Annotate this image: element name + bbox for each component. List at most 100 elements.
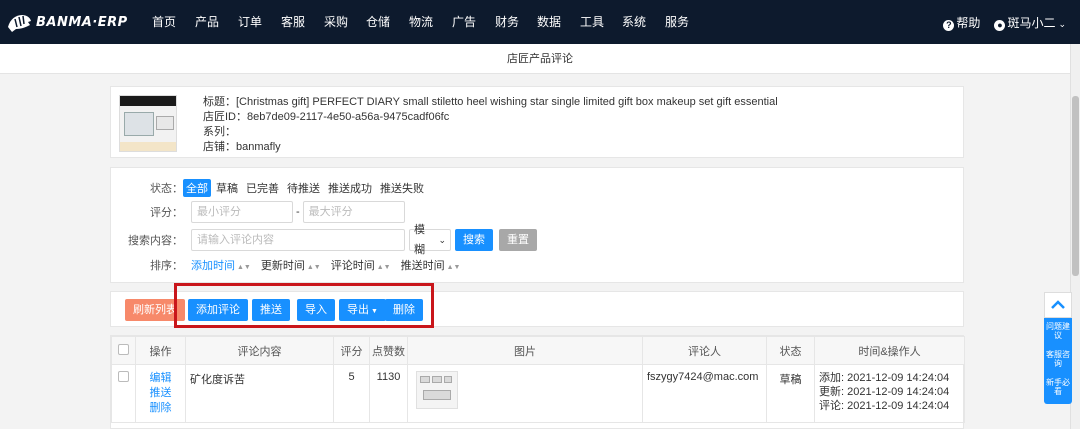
nav-item-system[interactable]: 系统 (622, 0, 665, 44)
back-to-top-button[interactable] (1044, 292, 1072, 318)
sort-label: 排序： (150, 260, 183, 272)
chevron-up-icon (1051, 300, 1065, 309)
review-score: 5 (333, 364, 370, 423)
nav-item-products[interactable]: 产品 (195, 0, 238, 44)
zebra-logo-icon (8, 15, 31, 32)
score-label: 评分： (150, 207, 183, 219)
search-button[interactable]: 搜索 (455, 229, 493, 251)
chevron-down-icon: ⌄ (1058, 18, 1066, 29)
score-filter-row: 评分： 最小评分 - 最大评分 (111, 201, 405, 223)
header-right: ? 帮助 ● 斑马小二 ⌄ (943, 0, 1066, 44)
chevron-down-icon: ⌄ (438, 235, 446, 245)
sort-review-time[interactable]: 评论时间 ▲▼ (331, 257, 391, 273)
col-header-content: 评论内容 (185, 336, 334, 365)
help-link[interactable]: ? 帮助 (943, 14, 980, 31)
scrollbar-thumb[interactable] (1072, 96, 1079, 276)
search-input[interactable]: 请输入评论内容 (191, 229, 405, 251)
score-min-input[interactable]: 最小评分 (191, 201, 293, 223)
score-max-input[interactable]: 最大评分 (302, 201, 405, 223)
table-header-row: 操作 评论内容 评分 点赞数 图片 评论人 状态 时间&操作人 (111, 336, 965, 365)
row-checkbox[interactable] (118, 371, 129, 382)
review-times-cell: 添加: 2021-12-09 14:24:04 更新: 2021-12-09 1… (814, 364, 965, 423)
page-title: 店匠产品评论 (0, 44, 1080, 74)
side-item-guide[interactable]: 新手必看 (1044, 378, 1072, 396)
nav-item-tools[interactable]: 工具 (580, 0, 622, 44)
user-icon: ● (994, 19, 1006, 31)
search-label: 搜索内容： (128, 235, 183, 247)
sort-arrows-icon: ▲▼ (237, 264, 251, 271)
sort-add-time[interactable]: 添加时间 ▲▼ (191, 257, 251, 273)
status-label: 状态： (150, 183, 183, 195)
nav-item-services[interactable]: 服务 (665, 0, 708, 44)
main-menu: 首页 产品 订单 客服 采购 仓储 物流 广告 财务 数据 工具 系统 服务 (152, 0, 708, 44)
top-navbar: BANMA·ERP 首页 产品 订单 客服 采购 仓储 物流 广告 财务 数据 … (0, 0, 1080, 44)
product-info: 标题：[Christmas gift] PERFECT DIARY small … (203, 95, 778, 155)
updated-time: 更新: 2021-12-09 14:24:04 (819, 386, 950, 398)
review-image-thumbnail[interactable] (416, 371, 458, 409)
side-item-consult[interactable]: 客服咨询 (1044, 350, 1072, 368)
product-store: 店铺：banmafly (203, 141, 281, 153)
nav-item-logistics[interactable]: 物流 (409, 0, 452, 44)
nav-item-home[interactable]: 首页 (152, 0, 195, 44)
reviewer-email: fszygy7424@mac.com (642, 364, 767, 423)
status-option-pending[interactable]: 待推送 (284, 179, 323, 197)
sort-row: 排序： 添加时间 ▲▼ 更新时间 ▲▼ 评论时间 ▲▼ 推送时间 ▲▼ (111, 257, 470, 273)
sort-arrows-icon: ▲▼ (306, 264, 321, 271)
row-select-cell (111, 364, 136, 423)
delete-link[interactable]: 删除 (140, 401, 181, 416)
table-row: 编辑 推送 删除 矿化度诉苦 5 1130 fszygy7424@mac.com… (111, 364, 965, 423)
side-item-feedback[interactable]: 问题建议 (1044, 322, 1072, 340)
match-mode-select[interactable]: 模糊 ⌄ (409, 224, 451, 256)
status-option-completed[interactable]: 已完善 (243, 179, 282, 197)
status-option-draft[interactable]: 草稿 (213, 179, 241, 197)
sort-push-time[interactable]: 推送时间 ▲▼ (401, 257, 461, 273)
nav-item-purchase[interactable]: 采购 (324, 0, 366, 44)
brand-logo[interactable]: BANMA·ERP (6, 10, 128, 34)
review-time: 评论: 2021-12-09 14:24:04 (819, 400, 950, 412)
status-option-all[interactable]: 全部 (183, 179, 211, 197)
status-option-push-success[interactable]: 推送成功 (325, 179, 375, 197)
product-thumbnail[interactable] (119, 95, 177, 152)
edit-link[interactable]: 编辑 (140, 371, 181, 386)
sort-arrows-icon: ▲▼ (376, 264, 391, 271)
added-time: 添加: 2021-12-09 14:24:04 (819, 372, 950, 384)
question-icon: ? (943, 19, 955, 31)
product-title: 标题：[Christmas gift] PERFECT DIARY small … (203, 96, 778, 108)
product-card: 标题：[Christmas gift] PERFECT DIARY small … (110, 86, 964, 158)
col-header-time: 时间&操作人 (814, 336, 965, 365)
review-status: 草稿 (766, 364, 815, 423)
push-link[interactable]: 推送 (140, 386, 181, 401)
search-filter-row: 搜索内容： 请输入评论内容 模糊 ⌄ 搜索 重置 (111, 224, 537, 256)
sort-update-time[interactable]: 更新时间 ▲▼ (261, 257, 321, 273)
review-likes: 1130 (369, 364, 408, 423)
col-header-status: 状态 (766, 336, 815, 365)
brand-name: BANMA·ERP (36, 14, 128, 30)
status-option-push-failed[interactable]: 推送失败 (377, 179, 427, 197)
nav-item-warehouse[interactable]: 仓储 (366, 0, 409, 44)
reviews-table: 操作 评论内容 评分 点赞数 图片 评论人 状态 时间&操作人 编辑 推送 删除… (111, 336, 965, 423)
col-header-images: 图片 (407, 336, 643, 365)
score-separator: - (296, 206, 300, 218)
user-menu[interactable]: ● 斑马小二 ⌄ (994, 14, 1066, 31)
nav-item-orders[interactable]: 订单 (238, 0, 281, 44)
nav-item-service[interactable]: 客服 (281, 0, 324, 44)
nav-item-finance[interactable]: 财务 (495, 0, 537, 44)
nav-item-data[interactable]: 数据 (537, 0, 580, 44)
review-images-cell (407, 364, 643, 423)
select-all-cell (111, 336, 136, 365)
col-header-score: 评分 (333, 336, 370, 365)
select-all-checkbox[interactable] (118, 343, 129, 355)
reviews-table-card: 操作 评论内容 评分 点赞数 图片 评论人 状态 时间&操作人 编辑 推送 删除… (110, 335, 965, 429)
filter-panel: 状态： 全部 草稿 已完善 待推送 推送成功 推送失败 评分： 最小评分 - 最… (110, 167, 964, 283)
highlight-box (174, 283, 434, 328)
product-shop-id: 店匠ID：8eb7de09-2117-4e50-a56a-9475cadf06f… (203, 111, 450, 123)
review-content: 矿化度诉苦 (185, 364, 334, 423)
status-filter-row: 状态： 全部 草稿 已完善 待推送 推送成功 推送失败 (111, 179, 429, 197)
product-series: 系列： (203, 126, 236, 138)
nav-item-ads[interactable]: 广告 (452, 0, 495, 44)
col-header-likes: 点赞数 (369, 336, 408, 365)
col-header-reviewer: 评论人 (642, 336, 767, 365)
reset-button[interactable]: 重置 (499, 229, 537, 251)
col-header-ops: 操作 (135, 336, 186, 365)
row-ops-cell: 编辑 推送 删除 (135, 364, 186, 423)
